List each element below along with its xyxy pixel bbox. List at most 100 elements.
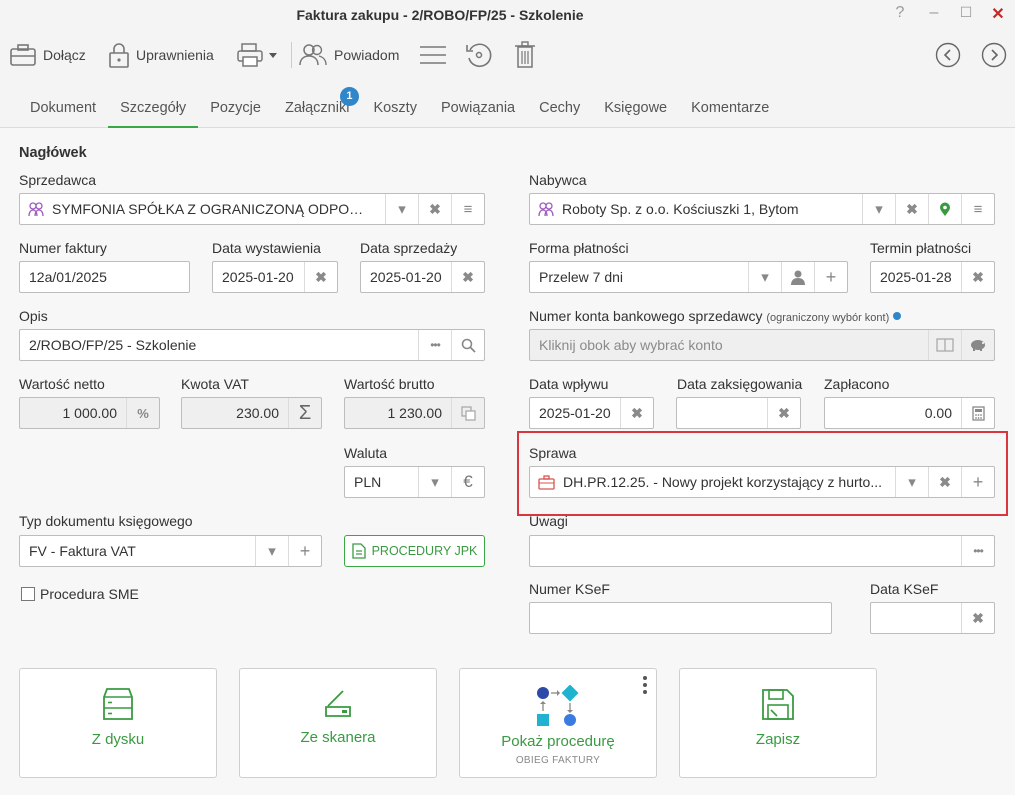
issue-date-value: 2025-01-20: [222, 269, 294, 285]
book-icon[interactable]: [928, 330, 961, 360]
section-header: Nagłówek: [19, 145, 87, 161]
kebab-menu-icon[interactable]: [642, 676, 648, 694]
clear-icon[interactable]: ✖: [961, 262, 994, 292]
briefcase-icon: [10, 44, 36, 66]
notify-button[interactable]: Powiadom: [298, 40, 399, 70]
map-pin-icon[interactable]: [928, 194, 961, 224]
contractor-icon: [28, 201, 48, 217]
paid-label: Zapłacono: [824, 376, 890, 392]
window-header: Faktura zakupu - 2/ROBO/FP/25 - Szkoleni…: [0, 0, 1015, 128]
tab-cechy[interactable]: Cechy: [527, 98, 592, 128]
tab-koszty[interactable]: Koszty: [361, 98, 429, 128]
calculator-icon[interactable]: [961, 398, 994, 428]
history-button[interactable]: [465, 40, 499, 70]
clear-icon[interactable]: ✖: [304, 262, 337, 292]
chevron-down-icon[interactable]: ▾: [862, 194, 895, 224]
invoice-number-field[interactable]: 12a/01/2025: [19, 261, 190, 293]
currency-field[interactable]: PLN ▾ €: [344, 466, 485, 498]
tab-szczegoly[interactable]: Szczegóły: [108, 98, 199, 128]
receipt-date-field[interactable]: 2025-01-20 ✖: [529, 397, 654, 429]
trash-icon: [515, 41, 535, 68]
doc-type-field[interactable]: FV - Faktura VAT ▾ +: [19, 535, 322, 567]
clear-icon[interactable]: ✖: [895, 194, 928, 224]
notes-field[interactable]: •••: [529, 535, 995, 567]
piggy-bank-icon[interactable]: [961, 330, 994, 360]
search-icon[interactable]: [451, 330, 484, 360]
seller-field[interactable]: SYMFONIA SPÓŁKA Z OGRANICZONĄ ODPOWIE...…: [19, 193, 485, 225]
from-disk-button[interactable]: Z dysku: [19, 668, 217, 778]
clear-icon[interactable]: ✖: [961, 603, 994, 633]
add-icon[interactable]: +: [288, 536, 321, 566]
ksef-date-field[interactable]: ✖: [870, 602, 995, 634]
tab-pozycje[interactable]: Pozycje: [198, 98, 273, 128]
scanner-icon: [325, 690, 351, 717]
payment-due-field[interactable]: 2025-01-28 ✖: [870, 261, 995, 293]
tab-komentarze[interactable]: Komentarze: [679, 98, 781, 128]
tab-dokument[interactable]: Dokument: [18, 98, 108, 128]
add-icon[interactable]: +: [961, 467, 994, 497]
attach-button[interactable]: Dołącz: [9, 40, 86, 70]
posting-date-field[interactable]: ✖: [676, 397, 801, 429]
clear-icon[interactable]: ✖: [767, 398, 800, 428]
list-icon[interactable]: ≡: [961, 194, 994, 224]
ksef-number-field[interactable]: [529, 602, 832, 634]
bank-account-field[interactable]: Kliknij obok aby wybrać konto: [529, 329, 995, 361]
show-procedure-button[interactable]: Pokaż procedurę OBIEG FAKTURY: [459, 668, 657, 778]
next-button[interactable]: [981, 40, 1013, 70]
menu-button[interactable]: [419, 40, 453, 70]
chevron-down-icon[interactable]: ▾: [748, 262, 781, 292]
tab-powiazania[interactable]: Powiązania: [429, 98, 527, 128]
gross-value-field: 1 230.00: [344, 397, 485, 429]
delete-button[interactable]: [514, 40, 542, 70]
percent-button[interactable]: %: [126, 398, 159, 428]
sigma-icon[interactable]: Σ: [288, 398, 321, 428]
sme-checkbox[interactable]: [21, 587, 35, 601]
gross-value-label: Wartość brutto: [344, 376, 435, 392]
issue-date-field[interactable]: 2025-01-20 ✖: [212, 261, 338, 293]
close-button[interactable]: ✕: [987, 4, 1009, 24]
from-scanner-button[interactable]: Ze skanera: [239, 668, 437, 778]
copy-icon[interactable]: [451, 398, 484, 428]
maximize-button[interactable]: ☐: [955, 4, 977, 21]
chevron-down-icon[interactable]: ▾: [895, 467, 928, 497]
clear-icon[interactable]: ✖: [928, 467, 961, 497]
jpk-procedures-button[interactable]: PROCEDURY JPK: [344, 535, 485, 567]
net-value-value: 1 000.00: [62, 405, 118, 421]
sale-date-field[interactable]: 2025-01-20 ✖: [360, 261, 485, 293]
clear-icon[interactable]: ✖: [451, 262, 484, 292]
toolbar-divider: [291, 42, 292, 68]
tab-zalaczniki[interactable]: Załączniki 1: [273, 87, 361, 128]
history-icon: [466, 43, 492, 67]
posting-date-label: Data zaksięgowania: [677, 376, 803, 392]
prev-button[interactable]: [935, 40, 967, 70]
vat-amount-value: 230.00: [236, 405, 279, 421]
users-icon: [299, 44, 327, 66]
window-title: Faktura zakupu - 2/ROBO/FP/25 - Szkoleni…: [296, 7, 584, 23]
add-icon[interactable]: +: [814, 262, 847, 292]
paid-field[interactable]: 0.00: [824, 397, 995, 429]
minimize-button[interactable]: –: [923, 4, 945, 22]
euro-icon[interactable]: €: [451, 467, 484, 497]
clear-icon[interactable]: ✖: [418, 194, 451, 224]
workflow-icon: [537, 685, 579, 726]
chevron-down-icon[interactable]: ▾: [418, 467, 451, 497]
print-button[interactable]: [236, 40, 284, 70]
help-button[interactable]: ?: [889, 4, 911, 22]
payment-form-field[interactable]: Przelew 7 dni ▾ +: [529, 261, 848, 293]
tab-ksiegowe[interactable]: Księgowe: [592, 98, 679, 128]
chevron-down-icon[interactable]: ▾: [385, 194, 418, 224]
more-icon[interactable]: •••: [418, 330, 451, 360]
currency-label: Waluta: [344, 445, 388, 461]
chevron-down-icon[interactable]: ▾: [255, 536, 288, 566]
list-icon[interactable]: ≡: [451, 194, 484, 224]
user-icon[interactable]: [781, 262, 814, 292]
clear-icon[interactable]: ✖: [620, 398, 653, 428]
case-field[interactable]: DH.PR.12.25. - Nowy projekt korzystający…: [529, 466, 995, 498]
attachments-count-badge: 1: [339, 87, 359, 106]
permissions-button[interactable]: Uprawnienia: [108, 40, 214, 70]
buyer-field[interactable]: Roboty Sp. z o.o. Kościuszki 1, Bytom ▾ …: [529, 193, 995, 225]
currency-value: PLN: [354, 474, 382, 490]
more-icon[interactable]: •••: [961, 536, 994, 566]
description-field[interactable]: 2/ROBO/FP/25 - Szkolenie •••: [19, 329, 485, 361]
save-button[interactable]: Zapisz: [679, 668, 877, 778]
